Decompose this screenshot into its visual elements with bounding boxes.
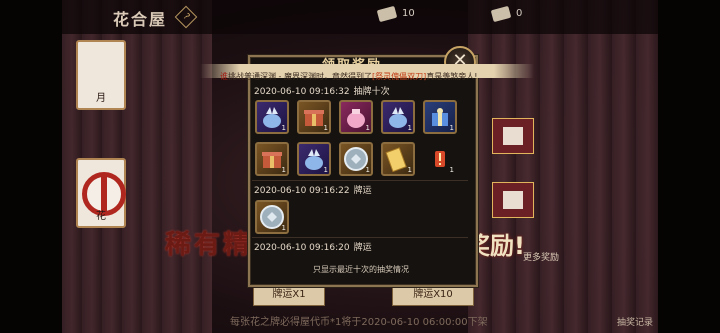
entry-type: 抽牌十次 xyxy=(353,87,390,97)
reward-item[interactable]: 1 xyxy=(297,142,331,176)
panel-footer-note: 只显示最近十次的抽奖情况 xyxy=(313,265,409,274)
more-rewards-button[interactable]: 更多奖励 xyxy=(523,250,559,263)
resource1-count: 10 xyxy=(402,8,415,19)
right-frame xyxy=(658,0,720,333)
reward-item[interactable]: 1 xyxy=(255,100,289,134)
entry-header: 2020-06-10 09:16:20 牌运 xyxy=(254,240,372,253)
left-frame xyxy=(0,0,62,333)
item-count: 1 xyxy=(323,166,328,174)
item-count: 1 xyxy=(365,124,370,132)
reward-item[interactable]: 1 xyxy=(255,200,289,234)
reward-item[interactable]: 1 xyxy=(381,100,415,134)
resource2-count: 0 xyxy=(516,8,523,19)
marquee-text: 挑战普通深渊 - 魔界深渊时，竟然得到了 xyxy=(228,72,372,81)
reward-item[interactable]: 1 xyxy=(381,142,415,176)
entry-timestamp: 2020-06-10 09:16:22 xyxy=(254,186,350,196)
marquee-player: 谁 xyxy=(220,72,228,81)
page-title: 花合屋 xyxy=(113,10,168,29)
item-count: 1 xyxy=(281,224,286,232)
game-screen: 花合屋 ? 10 0 月 花 稀有精 奖励! 更多奖励 牌运X1 牌运X10 抽… xyxy=(0,0,720,333)
item-count: 1 xyxy=(407,166,412,174)
banner-left-text: 稀有精 xyxy=(165,230,253,260)
tab-moon[interactable]: 月 xyxy=(76,40,126,110)
reward-item[interactable]: 1 xyxy=(423,100,457,134)
item-count: 1 xyxy=(281,166,286,174)
reward-item[interactable]: 1 xyxy=(297,100,331,134)
draw-one-button[interactable]: 牌运X1 xyxy=(253,284,325,306)
item-count: 1 xyxy=(281,124,286,132)
entry-timestamp: 2020-06-10 09:16:32 xyxy=(254,87,350,97)
bottom-notice: 每张花之牌必得屋代币*1将于2020-06-10 06:00:00下架 xyxy=(230,317,488,328)
item-count: 1 xyxy=(323,124,328,132)
entry-header: 2020-06-10 09:16:22 牌运 xyxy=(254,183,372,196)
reward-item[interactable]: 1 xyxy=(339,142,373,176)
reward-gift-icon xyxy=(492,118,534,154)
entry-type: 牌运 xyxy=(353,243,372,253)
reward-item[interactable]: 1 xyxy=(423,142,457,176)
item-count: 1 xyxy=(407,124,412,132)
marquee-item: [祭灵傀儡双刀] xyxy=(371,72,427,81)
item-count: 1 xyxy=(365,166,370,174)
item-count: 1 xyxy=(449,166,454,174)
marquee-suffix: 真是羡煞旁人! xyxy=(426,72,478,81)
divider xyxy=(252,237,468,238)
entry-header: 2020-06-10 09:16:32 抽牌十次 xyxy=(254,84,390,97)
reward-item[interactable]: 1 xyxy=(255,142,289,176)
record-button[interactable]: 抽奖记录 xyxy=(617,315,653,328)
entry-timestamp: 2020-06-10 09:16:20 xyxy=(254,243,350,253)
draw-ten-button[interactable]: 牌运X10 xyxy=(392,284,474,306)
tab-moon-label: 月 xyxy=(96,93,106,104)
broadcast-marquee: 谁挑战普通深渊 - 魔界深渊时，竟然得到了[祭灵傀儡双刀]真是羡煞旁人! xyxy=(200,64,534,81)
entry-type: 牌运 xyxy=(353,186,372,196)
tab-flower-label: 花 xyxy=(96,211,106,222)
reward-gift-icon xyxy=(492,182,534,218)
item-count: 1 xyxy=(449,124,454,132)
reward-item[interactable]: 1 xyxy=(339,100,373,134)
divider xyxy=(252,180,468,181)
tab-flower[interactable]: 花 xyxy=(76,158,126,228)
right-curtain xyxy=(468,0,658,333)
